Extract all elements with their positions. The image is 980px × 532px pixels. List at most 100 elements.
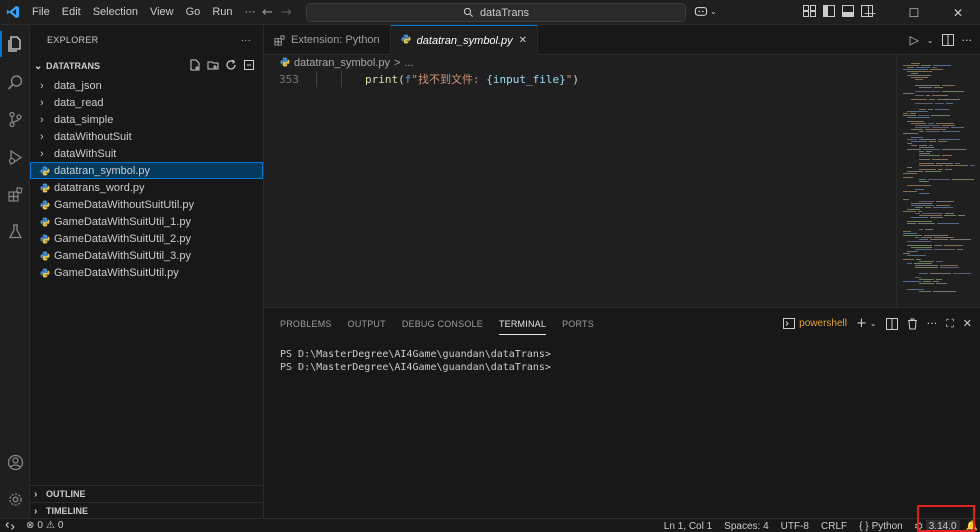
- more-actions-icon[interactable]: ···: [962, 34, 973, 47]
- split-terminal-icon[interactable]: [885, 317, 898, 330]
- tab-ports[interactable]: PORTS: [554, 308, 602, 340]
- tree-file[interactable]: datatrans_word.py: [30, 179, 263, 196]
- python-file-icon: [40, 234, 54, 244]
- tree-folder[interactable]: › data_read: [30, 94, 263, 111]
- remote-indicator[interactable]: [0, 519, 20, 532]
- explorer-more-button[interactable]: ···: [241, 35, 251, 45]
- chevron-down-icon[interactable]: ⌄: [870, 319, 877, 328]
- minimap-line: [925, 229, 933, 230]
- collapse-all-icon[interactable]: [243, 59, 255, 71]
- menu-selection[interactable]: Selection: [87, 0, 144, 25]
- run-debug-icon[interactable]: [3, 145, 27, 169]
- encoding[interactable]: UTF-8: [775, 519, 815, 532]
- minimap-line: [911, 137, 923, 138]
- python-environment[interactable]: ⛭ 3.14.0: [909, 519, 964, 532]
- breadcrumb-symbols[interactable]: ...: [404, 57, 413, 69]
- search-view-icon[interactable]: [3, 70, 27, 94]
- copilot-button[interactable]: ⌄: [694, 5, 717, 17]
- tree-folder[interactable]: › dataWithSuit: [30, 145, 263, 162]
- command-center-search[interactable]: dataTrans: [306, 3, 686, 22]
- tab-terminal[interactable]: TERMINAL: [491, 308, 554, 340]
- more-actions-icon[interactable]: ···: [927, 317, 938, 330]
- line-endings[interactable]: CRLF: [815, 519, 853, 532]
- language-mode[interactable]: { } Python: [853, 519, 909, 532]
- minimap-line: [934, 237, 954, 238]
- minimap-line: [933, 65, 951, 66]
- menu-go[interactable]: Go: [180, 0, 207, 25]
- minimap-line: [919, 229, 923, 230]
- maximize-icon[interactable]: ☐: [892, 0, 936, 25]
- refresh-icon[interactable]: [225, 59, 237, 71]
- minimap-line: [946, 103, 953, 104]
- code-variable: {input_file}: [486, 73, 566, 86]
- back-arrow-icon[interactable]: ←: [262, 5, 273, 20]
- new-folder-icon[interactable]: [207, 59, 219, 71]
- tree-file[interactable]: GameDataWithoutSuitUtil.py: [30, 196, 263, 213]
- menu-view[interactable]: View: [144, 0, 180, 25]
- status-bar: ⊗ 0 ⚠ 0 Ln 1, Col 1 Spaces: 4 UTF-8 CRLF…: [0, 518, 980, 532]
- menu-file[interactable]: File: [26, 0, 56, 25]
- explorer-icon[interactable]: [3, 32, 27, 56]
- extensions-icon[interactable]: [3, 182, 27, 206]
- testing-flask-icon[interactable]: [3, 219, 27, 243]
- new-file-icon[interactable]: [189, 59, 201, 71]
- notifications-bell-icon[interactable]: 🔔: [964, 519, 980, 532]
- terminal-output[interactable]: PS D:\MasterDegree\AI4Game\guandan\dataT…: [280, 348, 551, 374]
- chevron-down-icon[interactable]: ⌄: [927, 36, 934, 45]
- cursor-position[interactable]: Ln 1, Col 1: [658, 519, 718, 532]
- minimap[interactable]: [896, 55, 980, 307]
- toggle-primary-sidebar-icon[interactable]: [823, 5, 835, 17]
- indentation[interactable]: Spaces: 4: [718, 519, 774, 532]
- minimap-line: [932, 127, 949, 128]
- menu-edit[interactable]: Edit: [56, 0, 87, 25]
- run-play-icon[interactable]: ▷: [910, 33, 919, 47]
- timeline-section[interactable]: › TIMELINE: [30, 502, 264, 519]
- tab-output[interactable]: OUTPUT: [340, 308, 394, 340]
- minimize-icon[interactable]: —: [848, 0, 892, 25]
- menu-run[interactable]: Run: [206, 0, 238, 25]
- tab-debug-console[interactable]: DEBUG CONSOLE: [394, 308, 491, 340]
- tree-file[interactable]: GameDataWithSuitUtil.py: [30, 264, 263, 281]
- minimap-line: [907, 75, 931, 76]
- tree-item-label: datatrans_word.py: [54, 181, 145, 194]
- minimap-line: [919, 139, 936, 140]
- tree-file-selected[interactable]: datatran_symbol.py: [30, 162, 263, 179]
- customize-layout-icon[interactable]: [803, 5, 816, 17]
- minimap-line: [919, 273, 928, 274]
- close-panel-icon[interactable]: ✕: [963, 317, 972, 330]
- menu-more[interactable]: ···: [239, 0, 262, 25]
- minimap-line: [915, 85, 940, 86]
- maximize-panel-icon[interactable]: ⛶: [946, 317, 954, 331]
- minimap-line: [940, 267, 959, 268]
- close-tab-icon[interactable]: ✕: [519, 35, 527, 46]
- tree-file[interactable]: GameDataWithSuitUtil_1.py: [30, 213, 263, 230]
- line-number: 353: [279, 72, 299, 86]
- forward-arrow-icon[interactable]: →: [281, 5, 292, 20]
- minimap-line: [928, 109, 933, 110]
- tree-folder[interactable]: › data_simple: [30, 111, 263, 128]
- tab-datatran-symbol[interactable]: datatran_symbol.py ✕: [390, 25, 539, 55]
- code-editor[interactable]: 353 print(f"找不到文件: {input_file}"): [264, 71, 896, 307]
- workspace-root[interactable]: ⌄ DATATRANS: [30, 55, 263, 77]
- breadcrumb-file[interactable]: datatran_symbol.py: [294, 57, 390, 69]
- outline-section[interactable]: › OUTLINE: [30, 485, 264, 502]
- close-window-icon[interactable]: ✕: [936, 0, 980, 25]
- minimap-line: [915, 237, 919, 238]
- tree-folder[interactable]: › dataWithoutSuit: [30, 128, 263, 145]
- python-file-icon: [40, 217, 54, 227]
- tab-problems[interactable]: PROBLEMS: [272, 308, 340, 340]
- manage-gear-icon[interactable]: [3, 487, 27, 511]
- source-control-icon[interactable]: [3, 107, 27, 131]
- tree-folder[interactable]: › data_json: [30, 77, 263, 94]
- account-icon[interactable]: [3, 450, 27, 474]
- trash-icon[interactable]: [907, 318, 918, 330]
- minimap-line: [919, 131, 924, 132]
- tree-file[interactable]: GameDataWithSuitUtil_3.py: [30, 247, 263, 264]
- problems-status[interactable]: ⊗ 0 ⚠ 0: [20, 519, 69, 532]
- terminal-shell-selector[interactable]: powershell: [783, 318, 847, 329]
- new-terminal-plus-icon[interactable]: +: [856, 316, 867, 331]
- minimap-line: [903, 231, 911, 232]
- tab-extension-python[interactable]: Extension: Python: [264, 25, 391, 55]
- split-editor-icon[interactable]: [941, 34, 954, 46]
- tree-file[interactable]: GameDataWithSuitUtil_2.py: [30, 230, 263, 247]
